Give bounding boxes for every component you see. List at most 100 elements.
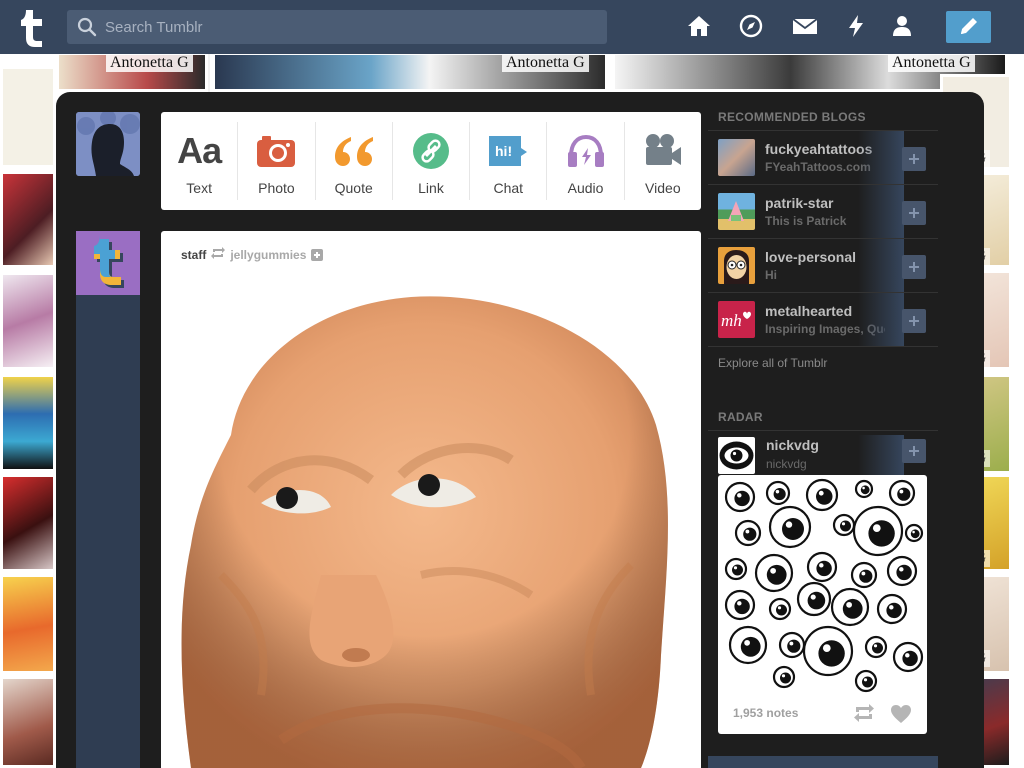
blog-name: fuckyeahtattoos — [765, 141, 873, 157]
eyeball-shape — [876, 593, 908, 625]
inbox-envelope-icon[interactable] — [792, 14, 818, 40]
reblogged-from[interactable]: jellygummies — [230, 248, 306, 262]
post-type-label: Video — [645, 180, 681, 196]
post-author[interactable]: staff — [181, 248, 206, 262]
post-type-photo[interactable]: Photo — [238, 122, 316, 200]
account-person-icon[interactable] — [891, 14, 917, 40]
eyeball-shape — [724, 589, 756, 621]
blog-name: metalhearted — [765, 303, 853, 319]
post-header: staff jellygummies — [181, 247, 324, 262]
video-camera-icon — [625, 128, 701, 174]
reblog-icon[interactable] — [853, 704, 875, 727]
tumblr-logo-icon[interactable] — [14, 8, 50, 48]
watermark: Antonetta G — [502, 54, 589, 72]
post-type-label: Text — [186, 180, 212, 196]
post-type-quote[interactable]: Quote — [316, 122, 393, 200]
recommended-blog[interactable]: patrik-star This is Patrick — [708, 185, 938, 239]
blog-name: patrik-star — [765, 195, 834, 211]
eyeball-shape — [830, 587, 870, 627]
chat-bubble-icon: hi! — [470, 128, 546, 174]
eyeball-shape — [886, 555, 918, 587]
post-type-label: Chat — [493, 180, 524, 196]
radar-heading: RADAR — [708, 400, 938, 431]
follow-blog-button[interactable] — [902, 309, 926, 333]
eyeball-shape — [734, 519, 762, 547]
eyeball-shape — [864, 635, 888, 659]
post-image-clay-face — [161, 275, 701, 768]
quote-icon — [316, 128, 392, 174]
staff-avatar[interactable] — [76, 231, 140, 295]
eyeball-shape — [728, 625, 768, 665]
reblog-icon — [211, 247, 226, 262]
bg-tile — [0, 272, 56, 370]
notes-count[interactable]: 1,953 notes — [733, 706, 798, 720]
bg-tile — [0, 66, 56, 168]
blog-fade — [858, 131, 904, 184]
radar-avatar — [718, 437, 755, 474]
home-icon[interactable] — [687, 14, 713, 40]
eyeball-shape — [854, 669, 878, 693]
radar-blog[interactable]: nickvdg nickvdg — [708, 431, 938, 475]
link-icon — [393, 128, 469, 174]
eyeball-shape — [854, 479, 874, 499]
blog-avatar — [718, 247, 755, 284]
right-sidebar: RECOMMENDED BLOGS fuckyeahtattoos FYeahT… — [708, 100, 938, 475]
follow-radar-button[interactable] — [902, 439, 926, 463]
like-heart-icon[interactable] — [890, 704, 912, 729]
post-type-label: Audio — [567, 180, 604, 196]
post-type-text[interactable]: Aa Text — [161, 122, 239, 200]
eyeball-shape — [832, 513, 856, 537]
eyeball-shape — [904, 523, 924, 543]
bg-tile — [0, 374, 56, 472]
blog-fade — [858, 239, 904, 292]
post-type-link[interactable]: Link — [393, 122, 471, 200]
blog-name: love-personal — [765, 249, 857, 265]
explore-all-link[interactable]: Explore all of Tumblr — [708, 347, 938, 379]
follow-plus-icon[interactable] — [311, 248, 324, 261]
blog-avatar — [718, 139, 755, 176]
eyeball-shape — [805, 478, 839, 512]
radar-fade — [858, 435, 904, 475]
eyeball-shape — [806, 551, 838, 583]
bg-tile — [0, 574, 56, 674]
sidebar-bottom-block — [708, 756, 938, 768]
post-type-chat[interactable]: hi! Chat — [470, 122, 548, 200]
recommended-blog[interactable]: love-personal Hi — [708, 239, 938, 293]
activity-bolt-icon[interactable] — [846, 14, 872, 40]
post-type-audio[interactable]: Audio — [547, 122, 625, 200]
radar-post-image-eyes — [724, 478, 924, 693]
compose-button[interactable] — [946, 11, 991, 43]
recommended-blog[interactable]: mh metalhearted Inspiring Images, Quotes — [708, 293, 938, 347]
explore-compass-icon[interactable] — [739, 14, 765, 40]
compose-pencil-icon — [961, 18, 977, 34]
follow-blog-button[interactable] — [902, 201, 926, 225]
svg-text:mh: mh — [721, 311, 742, 330]
blog-fade — [858, 293, 904, 346]
blog-avatar: mh — [718, 301, 755, 338]
radar-blog-name: nickvdg — [766, 437, 819, 453]
follow-blog-button[interactable] — [902, 255, 926, 279]
post-type-label: Link — [418, 180, 444, 196]
search-icon — [77, 17, 97, 42]
eyeball-shape — [796, 581, 832, 617]
headphones-icon — [547, 128, 623, 174]
post-type-video[interactable]: Video — [625, 122, 701, 200]
recommended-heading: RECOMMENDED BLOGS — [708, 100, 938, 131]
recommended-blog[interactable]: fuckyeahtattoos FYeahTattoos.com — [708, 131, 938, 185]
post-type-bar: Aa Text Photo Quote Link hi! Chat Audio — [161, 112, 701, 210]
eyeball-shape — [724, 557, 748, 581]
user-avatar[interactable] — [76, 112, 140, 176]
radar-post-card[interactable]: 1,953 notes — [718, 475, 927, 734]
post-type-label: Quote — [334, 180, 373, 196]
watermark: Antonetta G — [106, 54, 193, 72]
text-aa-icon: Aa — [177, 130, 222, 171]
follow-blog-button[interactable] — [902, 147, 926, 171]
eyeball-shape — [754, 553, 794, 593]
eyeball-shape — [778, 631, 806, 659]
eyeball-shape — [850, 561, 878, 589]
search-box[interactable] — [67, 10, 607, 44]
blog-avatar — [718, 193, 755, 230]
search-input[interactable] — [105, 10, 595, 44]
eyeball-shape — [765, 480, 791, 506]
top-header — [0, 0, 1024, 54]
